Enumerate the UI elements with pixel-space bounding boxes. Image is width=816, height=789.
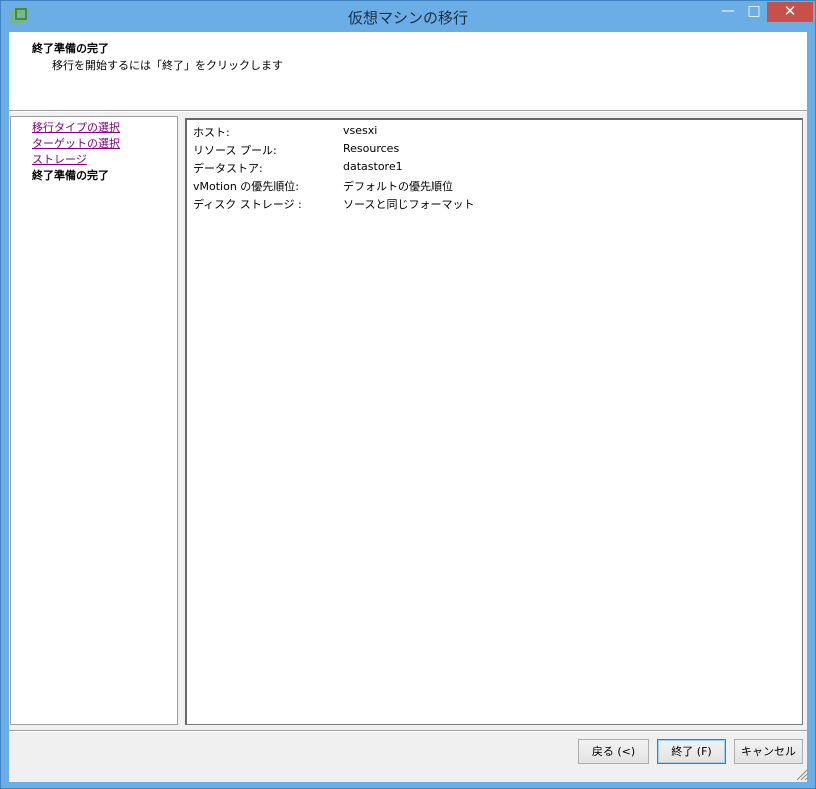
- summary-label-vmotion-priority: vMotion の優先順位:: [193, 180, 300, 193]
- wizard-header: 終了準備の完了 移行を開始するには「終了」をクリックします: [9, 32, 807, 110]
- summary-value-disk-storage: ソースと同じフォーマット: [343, 198, 475, 211]
- minimize-icon: —: [721, 3, 735, 19]
- summary-value-vmotion-priority: デフォルトの優先順位: [343, 180, 453, 193]
- back-button[interactable]: 戻る (<): [578, 739, 649, 764]
- summary-label-datastore: データストア:: [193, 162, 263, 175]
- page-subtitle: 移行を開始するには「終了」をクリックします: [52, 59, 283, 72]
- nav-step-migration-type[interactable]: 移行タイプの選択: [32, 119, 120, 135]
- footer-divider: [9, 730, 807, 732]
- close-icon: ✕: [783, 2, 797, 20]
- summary-value-datastore: datastore1: [343, 160, 403, 173]
- close-button[interactable]: ✕: [767, 2, 813, 22]
- page-title: 終了準備の完了: [32, 42, 109, 55]
- summary-label-host: ホスト:: [193, 126, 230, 139]
- summary-label-resource-pool: リソース プール:: [193, 144, 277, 157]
- summary-label-disk-storage: ディスク ストレージ :: [193, 198, 302, 211]
- window-title: 仮想マシンの移行: [347, 9, 468, 27]
- wizard-step-nav: 移行タイプの選択 ターゲットの選択 ストレージ 終了準備の完了: [10, 116, 178, 725]
- pane-splitter[interactable]: [178, 116, 185, 725]
- summary-value-host: vsesxi: [343, 124, 378, 137]
- minimize-button[interactable]: —: [715, 2, 741, 22]
- summary-pane: ホスト: vsesxi リソース プール: Resources データストア: …: [185, 118, 803, 725]
- summary-value-resource-pool: Resources: [343, 142, 400, 155]
- maximize-button[interactable]: □: [741, 2, 767, 22]
- title-bar[interactable]: 仮想マシンの移行 — □ ✕: [1, 1, 815, 32]
- nav-step-select-target[interactable]: ターゲットの選択: [32, 135, 120, 151]
- resize-grip-icon[interactable]: [794, 767, 808, 781]
- nav-step-storage[interactable]: ストレージ: [32, 151, 87, 167]
- cancel-button[interactable]: キャンセル: [734, 739, 803, 764]
- migrate-vm-dialog: 仮想マシンの移行 — □ ✕ 終了準備の完了 移行を開始するには「終了」をクリッ…: [0, 0, 816, 789]
- nav-step-ready-to-complete: 終了準備の完了: [32, 169, 109, 182]
- maximize-icon: □: [747, 3, 761, 19]
- finish-button[interactable]: 終了 (F): [657, 739, 726, 764]
